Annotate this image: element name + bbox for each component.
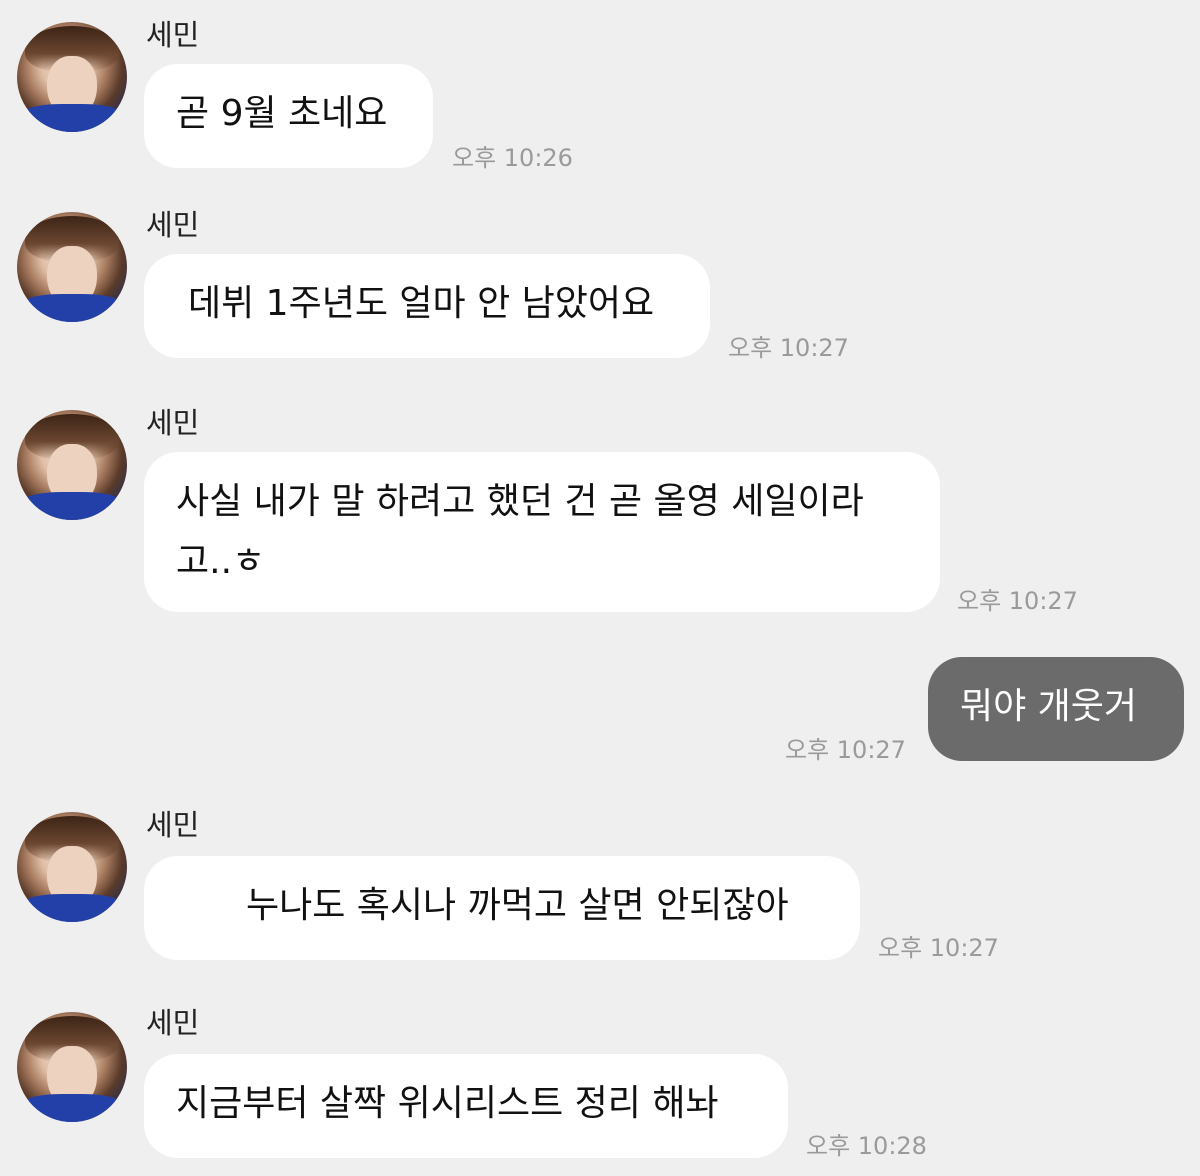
message-time: 오후 10:26 (452, 144, 573, 172)
message-time: 오후 10:27 (785, 736, 906, 764)
avatar[interactable] (17, 22, 127, 132)
avatar[interactable] (17, 812, 127, 922)
message-bubble[interactable]: 데뷔 1주년도 얼마 안 남았어요 (144, 254, 710, 358)
message-bubble[interactable]: 누나도 혹시나 까먹고 살면 안되잖아 (144, 856, 860, 960)
message-time: 오후 10:27 (728, 334, 849, 362)
sender-name: 세민 (146, 406, 200, 440)
message-bubble[interactable]: 곧 9월 초네요 (144, 64, 433, 168)
chat-thread: 세민 곧 9월 초네요 오후 10:26 세민 데뷔 1주년도 얼마 안 남았어… (0, 0, 1200, 1176)
avatar[interactable] (17, 212, 127, 322)
message-bubble[interactable]: 사실 내가 말 하려고 했던 건 곧 올영 세일이라 고..ㅎ (144, 452, 940, 612)
message-bubble-mine[interactable]: 뭐야 개웃거 (928, 657, 1184, 761)
sender-name: 세민 (146, 808, 200, 842)
message-bubble[interactable]: 지금부터 살짝 위시리스트 정리 해놔 (144, 1054, 788, 1158)
sender-name: 세민 (146, 1006, 200, 1040)
avatar[interactable] (17, 1012, 127, 1122)
sender-name: 세민 (146, 208, 200, 242)
sender-name: 세민 (146, 18, 200, 52)
message-time: 오후 10:28 (806, 1132, 927, 1160)
avatar[interactable] (17, 410, 127, 520)
message-time: 오후 10:27 (878, 934, 999, 962)
message-time: 오후 10:27 (957, 587, 1078, 615)
